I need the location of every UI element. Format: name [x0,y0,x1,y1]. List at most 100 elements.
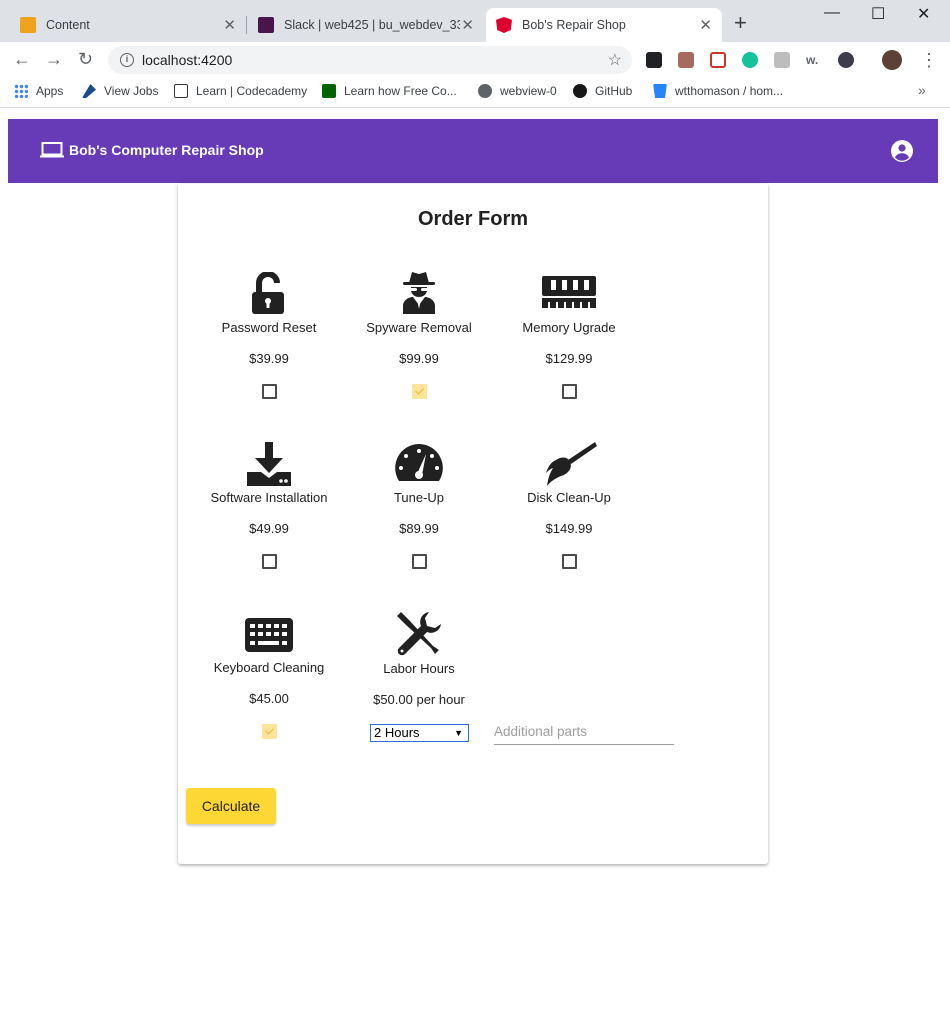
service-checkbox[interactable] [412,554,427,569]
github-icon [573,84,587,98]
app-toolbar: Bob's Computer Repair Shop [8,119,938,183]
angular-icon [496,17,512,33]
labor-hours-select[interactable]: 2 Hours ▼ [370,724,469,742]
service-checkbox[interactable] [262,724,277,739]
app-title[interactable]: Bob's Computer Repair Shop [69,142,264,158]
service-price: $149.99 [545,521,593,536]
bookmark-bitbucket[interactable]: wtthomason / hom... [653,84,783,98]
service-software-installation: Software Installation $49.99 [194,442,344,569]
forward-icon[interactable]: → [45,50,63,68]
caret-down-icon: ▼ [454,728,463,738]
service-name: Labor Hours [383,661,455,676]
service-price: $39.99 [249,351,289,366]
service-name: Software Installation [210,490,328,505]
service-checkbox[interactable] [562,554,577,569]
url-text: localhost:4200 [142,52,233,68]
close-tab-icon[interactable]: ✕ [699,16,712,34]
download-icon [247,442,291,486]
address-bar[interactable]: i localhost:4200 ☆ [108,46,632,74]
bookmark-label: wtthomason / hom... [675,84,784,98]
bookmark-star-icon[interactable]: ☆ [608,50,622,70]
laptop-icon [40,142,64,158]
window-close-icon[interactable]: ✕ [917,4,930,24]
service-checkbox[interactable] [412,384,427,399]
bookmark-webview[interactable]: webview-0 [478,84,557,98]
service-price: $49.99 [249,521,289,536]
bookmark-freecodecamp[interactable]: Learn how Free Co... [322,84,457,98]
more-bookmarks-icon[interactable]: » [918,82,926,98]
selected-hours: 2 Hours [374,725,420,740]
account-circle-icon[interactable] [890,139,914,163]
bitbucket-icon [653,84,667,98]
spy-icon [403,272,435,314]
service-labor-hours: Labor Hours $50.00 per hour [344,612,494,707]
service-memory-upgrade: Memory Ugrade $129.99 [494,276,644,399]
back-icon[interactable]: ← [13,50,31,68]
tab-title: Content [46,18,90,32]
extension-checklist-icon[interactable] [646,52,662,68]
globe-icon [478,84,492,98]
lock-open-icon [252,272,284,314]
service-name: Disk Clean-Up [527,490,611,505]
close-tab-icon[interactable]: ✕ [223,16,236,34]
service-price: $129.99 [545,351,593,366]
extension-k-icon[interactable] [838,52,854,68]
keyboard-icon [245,618,293,652]
browser-tabstrip: Content ✕ Slack | web425 | bu_webdev_339… [0,0,950,42]
service-price: $50.00 per hour [373,692,465,707]
bookmark-apps[interactable]: Apps [14,84,63,98]
service-disk-clean-up: Disk Clean-Up $149.99 [494,442,644,569]
grammarly-icon[interactable] [742,52,758,68]
browser-tab-slack[interactable]: Slack | web425 | bu_webdev_339 ✕ [248,8,484,42]
service-price: $89.99 [399,521,439,536]
bookmark-label: webview-0 [500,84,557,98]
extension-r-icon[interactable] [774,52,790,68]
bookmark-github[interactable]: GitHub [573,84,632,98]
bookmark-label: GitHub [595,84,633,98]
maximize-icon[interactable]: ☐ [871,4,885,24]
service-price: $45.00 [249,691,289,706]
minimize-icon[interactable]: — [824,4,840,22]
form-title: Order Form [417,208,529,230]
service-checkbox[interactable] [562,384,577,399]
bookmark-label: View Jobs [104,84,159,98]
extension-pocket-icon[interactable] [710,52,726,68]
shark-icon [82,84,96,98]
bookmark-view-jobs[interactable]: View Jobs [82,84,158,98]
extension-w-icon[interactable]: w. [806,52,822,68]
bookmark-codecademy[interactable]: Learn | Codecademy [174,84,307,98]
browser-tab-content[interactable]: Content ✕ [8,8,246,42]
browser-tab-repair-shop[interactable]: Bob's Repair Shop ✕ [486,8,722,42]
close-tab-icon[interactable]: ✕ [461,16,474,34]
bookmark-label: Learn | Codecademy [196,84,308,98]
service-name: Memory Ugrade [522,320,616,335]
service-checkbox[interactable] [262,384,277,399]
service-keyboard-cleaning: Keyboard Cleaning $45.00 [194,618,344,739]
service-tune-up: Tune-Up $89.99 [344,444,494,569]
parts-placeholder: Additional parts [494,724,588,739]
additional-parts-input[interactable]: Additional parts [494,723,674,745]
bookmarks-bar: Apps View Jobs Learn | Codecademy Learn … [0,78,950,108]
service-name: Tune-Up [393,490,445,505]
speedometer-icon [395,444,443,481]
service-password-reset: Password Reset $39.99 [194,272,344,399]
reload-icon[interactable]: ↻ [78,50,93,68]
browser-menu-icon[interactable]: ⋮ [920,50,938,71]
memory-icon [542,276,596,308]
tools-icon [397,612,441,656]
freecodecamp-icon [322,84,336,98]
service-price: $99.99 [399,351,439,366]
service-name: Keyboard Cleaning [213,660,325,675]
bookmark-label: Learn how Free Co... [344,84,457,98]
codecademy-icon [174,84,188,98]
site-info-icon[interactable]: i [120,53,134,67]
calculate-button[interactable]: Calculate [186,788,276,824]
profile-avatar[interactable] [882,50,902,70]
extension-pdf-icon[interactable] [678,52,694,68]
slack-icon [258,17,274,33]
service-name: Spyware Removal [366,320,472,335]
service-checkbox[interactable] [262,554,277,569]
pencil-icon [20,17,36,33]
new-tab-button[interactable]: + [734,12,747,34]
brush-icon [546,442,597,486]
